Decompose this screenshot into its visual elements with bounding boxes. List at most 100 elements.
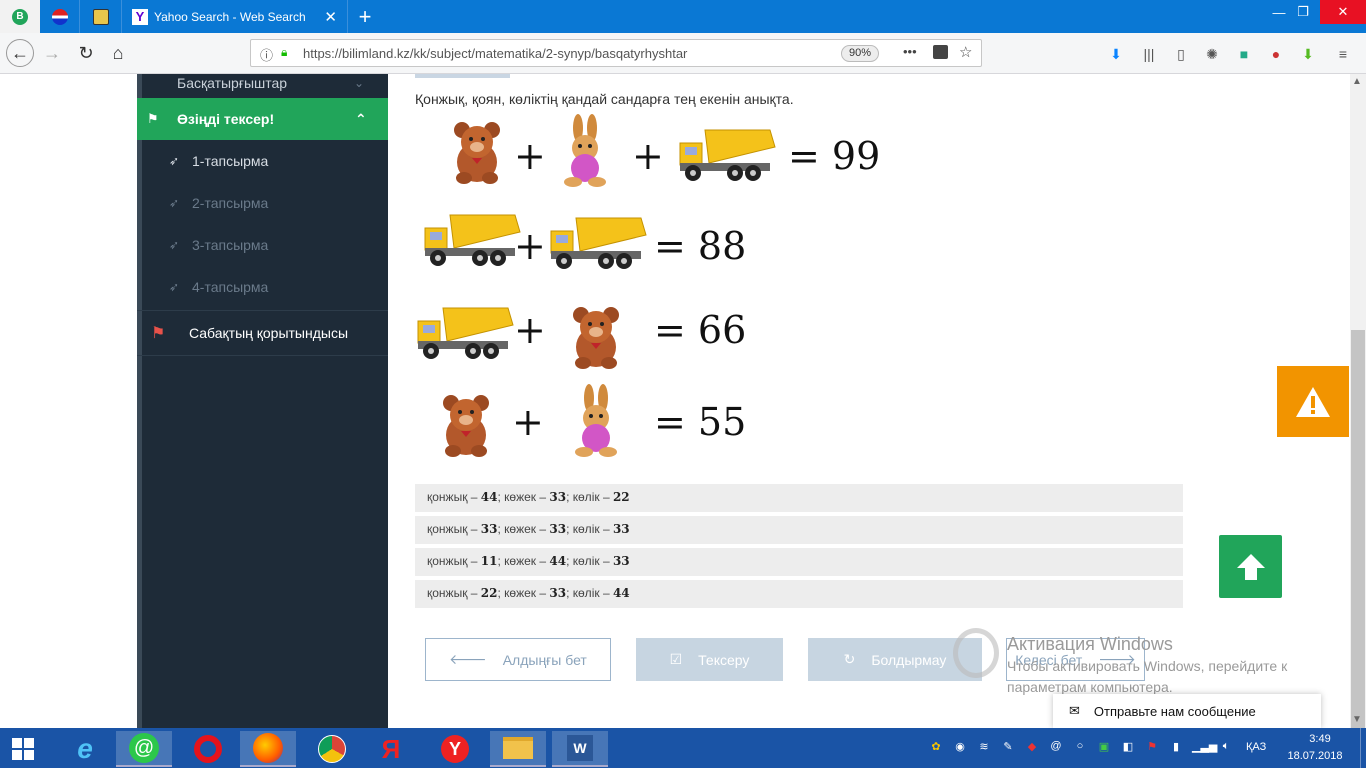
option-value: 44 [612, 586, 630, 600]
sidebar-task-4[interactable]: ➶ 4-тапсырма [137, 266, 388, 308]
show-desktop-button[interactable] [1360, 728, 1366, 768]
download-icon[interactable]: ⬇ [1107, 46, 1125, 62]
mail-ru-agent-icon[interactable]: @ [116, 731, 172, 767]
tray-flag-icon[interactable]: ⚑ [1144, 740, 1160, 756]
yandex-browser-icon[interactable]: Я [363, 731, 419, 767]
start-button[interactable] [0, 731, 46, 767]
scroll-up-icon[interactable]: ▲ [1352, 76, 1362, 87]
yandex-icon[interactable]: Y [427, 731, 483, 767]
url-text: https://bilimland.kz/kk/subject/matemati… [303, 46, 688, 61]
warning-icon [1296, 386, 1330, 417]
plus-sign: + [514, 224, 546, 268]
option-value: 44 [480, 490, 498, 504]
option-text: қонжық – [427, 586, 481, 600]
close-window-button[interactable]: ✕ [1320, 0, 1366, 24]
firefox-icon[interactable] [240, 731, 296, 767]
option-text: ; көжек – [497, 586, 550, 600]
reload-button[interactable]: ↻ [72, 39, 100, 67]
red-flag-icon: ⚑ [151, 325, 166, 342]
report-problem-button[interactable] [1277, 366, 1349, 437]
rocket-icon: ➶ [169, 196, 180, 210]
scroll-down-icon[interactable]: ▼ [1352, 714, 1362, 725]
check-button[interactable]: ☑ Тексеру [636, 638, 783, 681]
url-bar[interactable]: ⓘ 🔒︎ https://bilimland.kz/kk/subject/mat… [250, 39, 982, 67]
home-button[interactable]: ⌂ [104, 39, 132, 67]
tray-signal-icon[interactable]: ▁▃▅ [1192, 740, 1217, 756]
tray-volume-icon[interactable]: ◧ [1120, 740, 1136, 756]
task-label: 4-тапсырма [192, 279, 269, 295]
refresh-icon: ↻ [843, 651, 856, 667]
tray-security-icon[interactable]: ◆ [1024, 740, 1040, 756]
plus-sign: + [632, 134, 664, 178]
ie-icon[interactable]: e [57, 731, 113, 767]
tray-speaker-icon[interactable]: 🔈︎ [1218, 740, 1234, 756]
close-tab-icon[interactable]: ✕ [324, 8, 337, 26]
tab-bilimland[interactable]: B [0, 0, 40, 33]
forward-button[interactable]: → [38, 39, 66, 67]
word-icon[interactable]: W [552, 731, 608, 767]
sidebar-task-3[interactable]: ➶ 3-тапсырма [137, 224, 388, 266]
sidebar-item-summary[interactable]: ⚑ Сабақтың қорытындысы [137, 310, 388, 356]
tray-chrome-icon[interactable]: ◉ [952, 740, 968, 756]
extension-icon[interactable]: ■ [1235, 46, 1253, 62]
sidebar-task-2[interactable]: ➶ 2-тапсырма [137, 182, 388, 224]
chat-widget[interactable]: ✉ Отправьте нам сообщение [1053, 694, 1321, 728]
tray-network-activity-icon[interactable]: ≋ [976, 740, 992, 756]
clock-date[interactable]: 18.07.2018 [1282, 750, 1348, 762]
extension-balls-icon[interactable]: ● [1267, 46, 1285, 62]
new-tab-button[interactable]: + [350, 0, 380, 33]
bunny-image [575, 384, 617, 457]
sidebar-item-puzzles[interactable]: Басқатырғыштар ⌄ [137, 68, 388, 98]
task-label: 2-тапсырма [192, 195, 269, 211]
tray-at-icon[interactable]: @ [1048, 740, 1064, 756]
page-actions-button[interactable]: ••• [903, 44, 917, 59]
tray-flower-icon[interactable]: ✿ [928, 740, 944, 756]
plus-sign: + [514, 308, 546, 352]
info-icon[interactable]: ⓘ [260, 45, 273, 64]
library-icon[interactable]: ||| [1140, 46, 1158, 62]
option-value: 33 [612, 554, 630, 568]
tab-yahoo[interactable]: Y Yahoo Search - Web Search ✕ [122, 0, 348, 33]
bear-image [443, 395, 489, 457]
sidebar-section-self-check[interactable]: ⚑ Өзіңді тексер! ⌃ [137, 98, 388, 140]
extension-download-icon[interactable]: ⬇ [1299, 46, 1317, 62]
answer-option-4[interactable]: қонжық – 22; көжек – 33; көлік – 44 [415, 580, 1183, 608]
chrome-icon[interactable] [304, 731, 360, 767]
sidebar-toggle-icon[interactable]: ▯ [1172, 46, 1190, 62]
option-text: ; көлік – [566, 554, 613, 568]
menu-icon[interactable]: ≡ [1334, 46, 1352, 62]
extension-gear-icon[interactable]: ✺ [1203, 46, 1221, 62]
prev-page-button[interactable]: 🡐 Алдыңғы бет [425, 638, 611, 681]
flag-icon: ⚑ [147, 111, 159, 126]
sidebar-item-label: Басқатырғыштар [177, 75, 288, 91]
option-text: ; көлік – [566, 490, 613, 504]
scroll-to-top-button[interactable] [1219, 535, 1282, 598]
answer-option-2[interactable]: қонжық – 33; көжек – 33; көлік – 33 [415, 516, 1183, 544]
plus-sign: + [514, 134, 546, 178]
back-button[interactable]: ← [6, 39, 34, 67]
chat-label: Отправьте нам сообщение [1093, 703, 1256, 719]
tray-battery-icon[interactable]: ▮ [1168, 740, 1184, 756]
bookmark-star-icon[interactable]: ☆ [959, 43, 972, 61]
truck-image [424, 214, 521, 267]
scrollbar-thumb[interactable] [1351, 330, 1365, 728]
tray-shield-icon[interactable]: ▣ [1096, 740, 1112, 756]
opera-icon[interactable] [180, 731, 236, 767]
option-value: 33 [549, 490, 567, 504]
bilimland-icon: B [12, 8, 28, 25]
input-language[interactable]: ҚАЗ [1246, 741, 1266, 753]
tab-pepsi[interactable] [40, 0, 80, 33]
zoom-level[interactable]: 90% [841, 45, 879, 62]
answer-option-1[interactable]: қонжық – 44; көжек – 33; көлік – 22 [415, 484, 1183, 512]
answer-option-3[interactable]: қонжық – 11; көжек – 44; көлік – 33 [415, 548, 1183, 576]
rocket-icon: ➶ [169, 238, 180, 252]
tray-tool-icon[interactable]: ✎ [1000, 740, 1016, 756]
pocket-icon[interactable] [933, 45, 948, 59]
sidebar-task-1[interactable]: ➶ 1-тапсырма [137, 140, 388, 182]
option-value: 33 [549, 586, 567, 600]
file-explorer-icon[interactable] [490, 731, 546, 767]
tab-crest[interactable] [80, 0, 122, 33]
clock-time[interactable]: 3:49 [1300, 733, 1340, 745]
option-text: қонжық – [427, 554, 481, 568]
tray-circle-icon[interactable]: ○ [1072, 740, 1088, 756]
